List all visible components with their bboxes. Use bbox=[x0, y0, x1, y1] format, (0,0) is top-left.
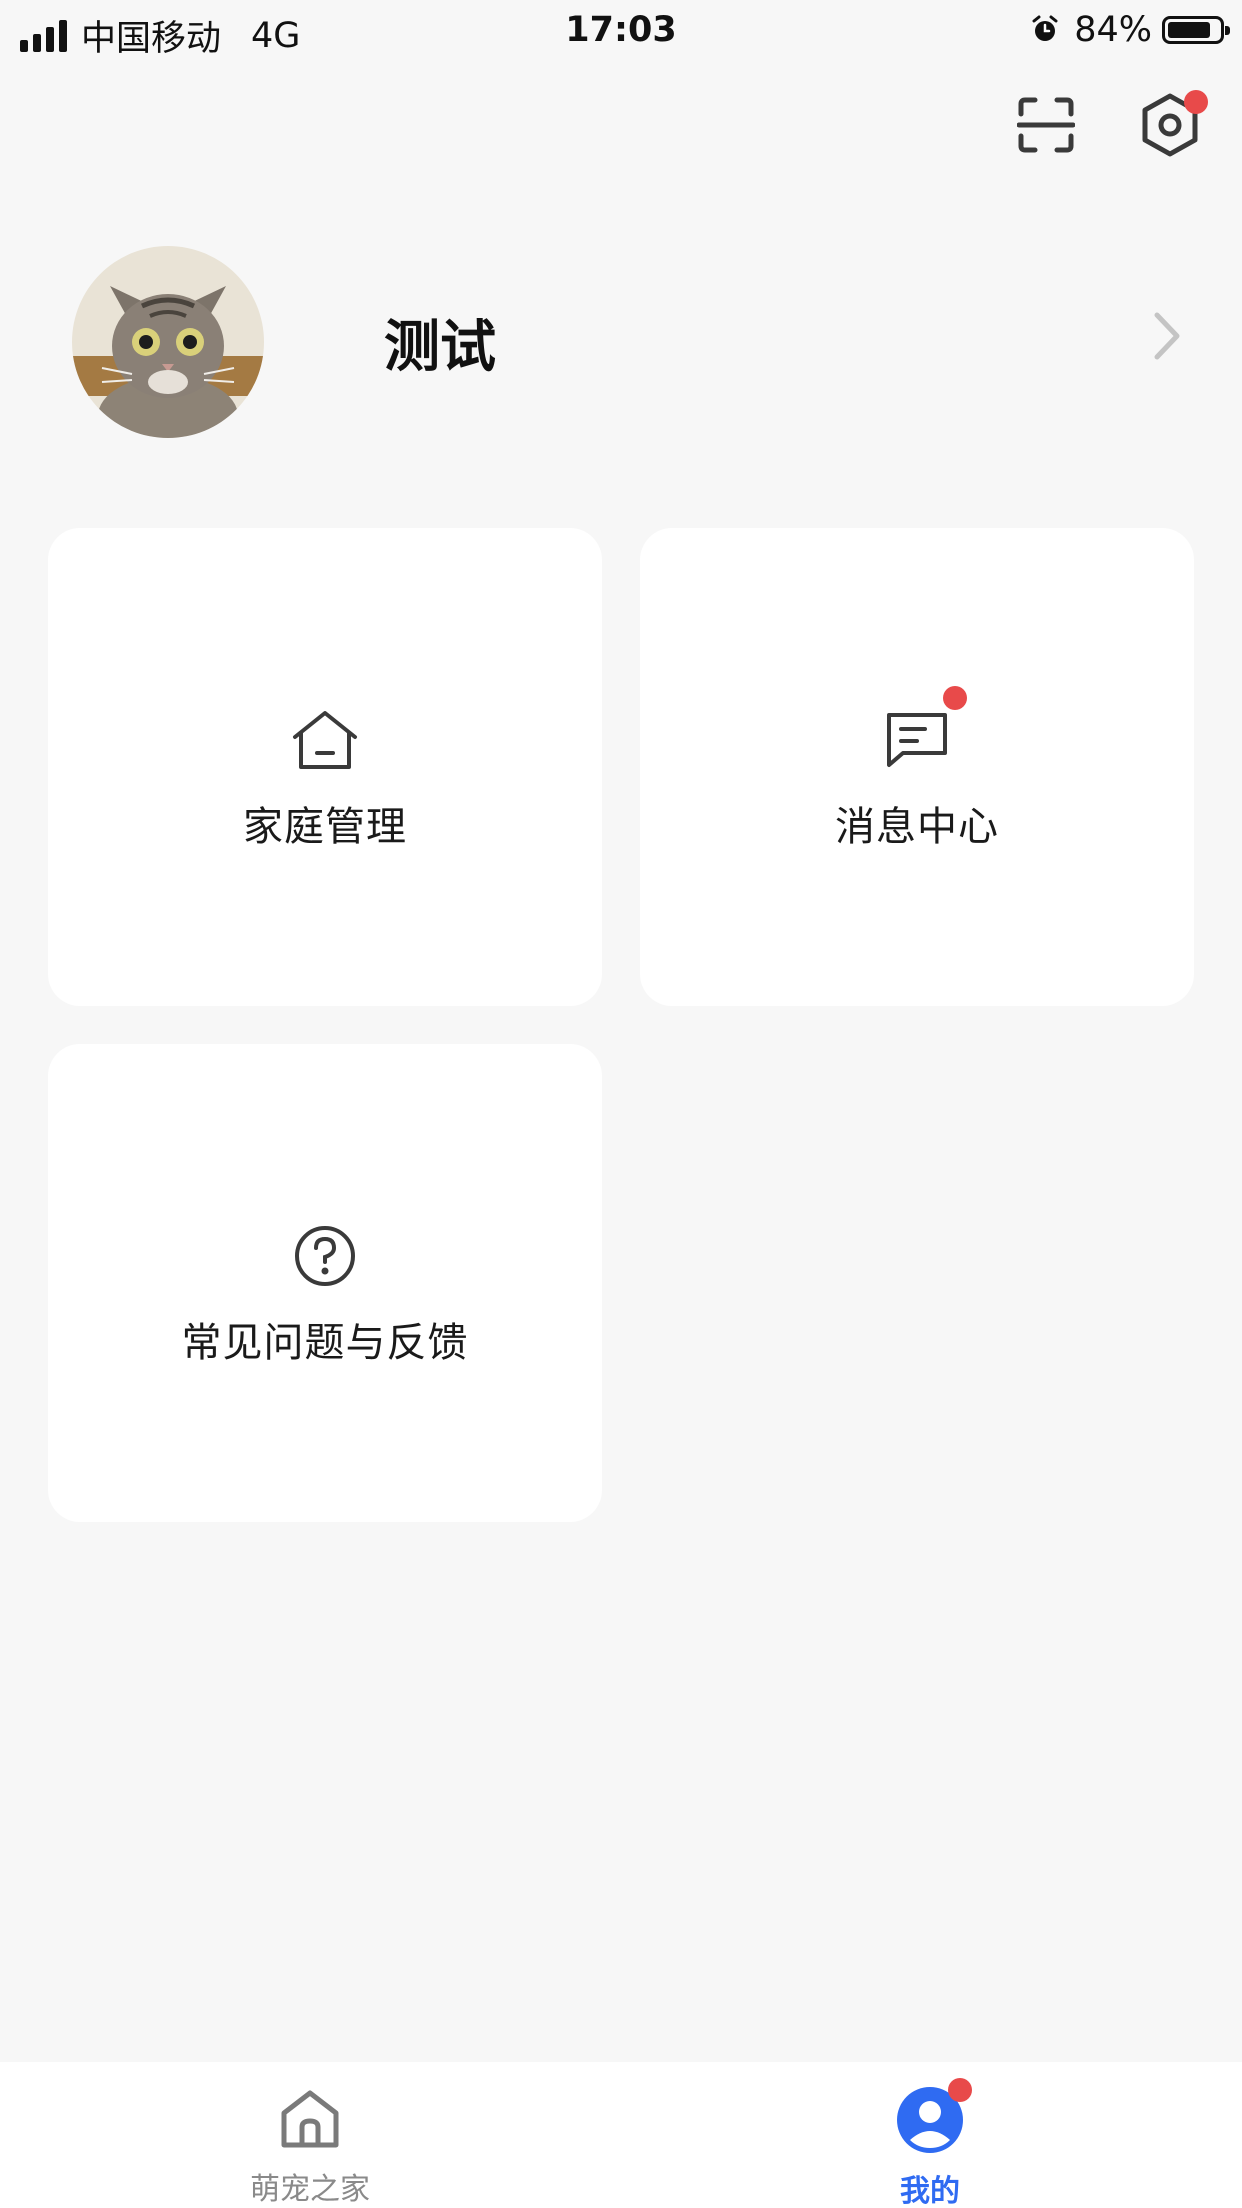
home-tab-icon bbox=[281, 2090, 339, 2148]
tab-label-mine: 我的 bbox=[900, 2174, 960, 2208]
tab-mine[interactable]: 我的 bbox=[780, 2062, 1080, 2208]
settings-button[interactable] bbox=[1138, 88, 1208, 162]
battery-percentage: 84% bbox=[1074, 10, 1152, 50]
house-icon-wrap bbox=[291, 708, 359, 772]
top-actions bbox=[1014, 88, 1208, 162]
tab-bar: 萌宠之家 我的 bbox=[0, 2062, 1242, 2208]
question-icon-wrap bbox=[291, 1224, 359, 1288]
family-management-card[interactable]: 家庭管理 bbox=[48, 528, 602, 1006]
message-icon bbox=[887, 713, 947, 767]
home-tab-icon-wrap bbox=[274, 2086, 346, 2152]
card-label-family: 家庭管理 bbox=[243, 804, 407, 850]
tab-pet-home[interactable]: 萌宠之家 bbox=[160, 2062, 460, 2208]
house-icon bbox=[293, 711, 357, 769]
chevron-right-icon[interactable] bbox=[1152, 310, 1182, 362]
question-icon bbox=[295, 1226, 355, 1286]
card-label-messages: 消息中心 bbox=[835, 804, 999, 850]
message-badge bbox=[943, 686, 967, 710]
tab-label-pet-home: 萌宠之家 bbox=[250, 2172, 370, 2207]
settings-badge bbox=[1184, 90, 1208, 114]
scan-icon bbox=[1017, 97, 1075, 153]
status-right: 84% bbox=[1030, 10, 1230, 50]
avatar[interactable] bbox=[72, 246, 264, 438]
profile-tab-icon-wrap bbox=[894, 2078, 972, 2154]
card-label-faq: 常见问题与反馈 bbox=[181, 1320, 469, 1366]
profile-screen: 中国移动 4G 17:03 84% 测试 家庭管理 消息中心 常见问题与反馈 萌… bbox=[0, 0, 1242, 2208]
message-center-card[interactable]: 消息中心 bbox=[640, 528, 1194, 1006]
status-bar: 中国移动 4G 17:03 84% bbox=[0, 0, 1242, 62]
faq-feedback-card[interactable]: 常见问题与反馈 bbox=[48, 1044, 602, 1522]
profile-row[interactable]: 测试 bbox=[72, 246, 1182, 438]
username: 测试 bbox=[384, 314, 496, 380]
scan-button[interactable] bbox=[1014, 88, 1078, 162]
battery-icon bbox=[1162, 16, 1230, 44]
alarm-icon bbox=[1032, 15, 1058, 41]
cat-avatar-image bbox=[72, 246, 264, 438]
mine-tab-badge bbox=[948, 2078, 972, 2102]
message-icon-wrap bbox=[883, 686, 967, 772]
